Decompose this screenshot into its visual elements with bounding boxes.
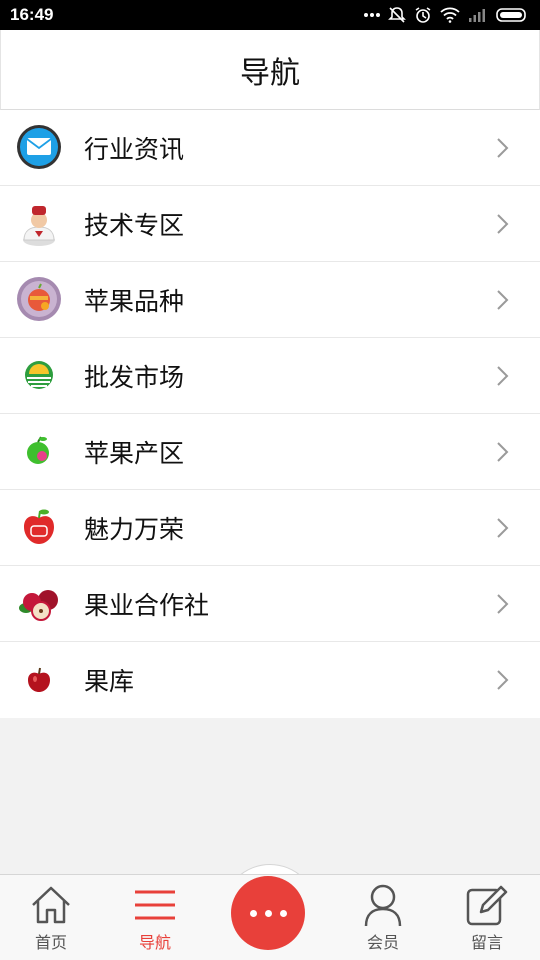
more-dots-icon [364, 13, 380, 17]
chevron-right-icon [497, 366, 509, 386]
nav-item-label: 批发市场 [84, 362, 185, 392]
status-icons [364, 4, 528, 26]
nav-item-label: 果库 [84, 667, 135, 696]
tab-message-label: 留言 [470, 933, 503, 952]
battery-icon [496, 8, 526, 22]
nav-item-label: 果业合作社 [84, 590, 210, 620]
chevron-right-icon [497, 214, 509, 234]
chevron-right-icon [497, 594, 509, 614]
tab-message[interactable]: 留言 [437, 875, 537, 960]
menu-icon [135, 890, 175, 920]
apple-cluster-icon [16, 580, 62, 626]
mail-icon [16, 124, 62, 170]
green-apple-icon [16, 428, 62, 474]
more-dot [264, 909, 272, 917]
nav-item-label: 行业资讯 [84, 134, 185, 164]
user-icon [364, 884, 402, 927]
chevron-right-icon [497, 138, 509, 158]
status-bar: 16:49 [0, 0, 540, 30]
chevron-right-icon [497, 518, 509, 538]
page-title: 导航 [240, 55, 300, 91]
nav-item-label: 苹果品种 [84, 286, 185, 316]
chef-icon [16, 200, 62, 246]
tab-home[interactable]: 首页 [1, 875, 101, 960]
red-apple-icon [16, 504, 62, 550]
mute-bell-icon [388, 7, 406, 23]
nav-item-tech-zone[interactable]: 技术专区 [0, 186, 540, 262]
nav-list: 行业资讯 技术专区 苹果品种 批发市场 苹果产区 魅力万荣 果业合作社 果库 [0, 110, 540, 718]
nav-item-industry-news[interactable]: 行业资讯 [0, 110, 540, 186]
nav-item-label: 技术专区 [84, 210, 185, 240]
status-time: 16:49 [10, 5, 54, 24]
nav-item-label: 魅力万荣 [84, 514, 185, 544]
tab-member-label: 会员 [366, 933, 399, 952]
chevron-right-icon [497, 670, 509, 690]
tab-nav-label: 导航 [138, 933, 171, 952]
nav-item-charm-wanrong[interactable]: 魅力万荣 [0, 490, 540, 566]
apple-variety-icon [16, 276, 62, 322]
more-dot [249, 909, 257, 917]
tab-home-label: 首页 [34, 933, 67, 952]
wifi-icon [440, 7, 460, 23]
more-dot [279, 909, 287, 917]
nav-item-fruit-storage[interactable]: 果库 [0, 642, 540, 718]
more-button[interactable] [231, 876, 305, 950]
page-header: 导航 [0, 30, 540, 110]
chevron-right-icon [497, 290, 509, 310]
small-apple-icon [16, 656, 62, 702]
chevron-right-icon [497, 442, 509, 462]
nav-item-apple-varieties[interactable]: 苹果品种 [0, 262, 540, 338]
nav-item-fruit-cooperative[interactable]: 果业合作社 [0, 566, 540, 642]
home-icon [32, 886, 70, 924]
market-icon [16, 352, 62, 398]
nav-item-label: 苹果产区 [84, 438, 185, 468]
nav-item-wholesale-market[interactable]: 批发市场 [0, 338, 540, 414]
signal-icon [469, 9, 485, 22]
edit-icon [466, 885, 508, 926]
alarm-icon [415, 7, 431, 23]
tab-member[interactable]: 会员 [333, 875, 433, 960]
tab-nav[interactable]: 导航 [105, 875, 205, 960]
nav-item-apple-regions[interactable]: 苹果产区 [0, 414, 540, 490]
